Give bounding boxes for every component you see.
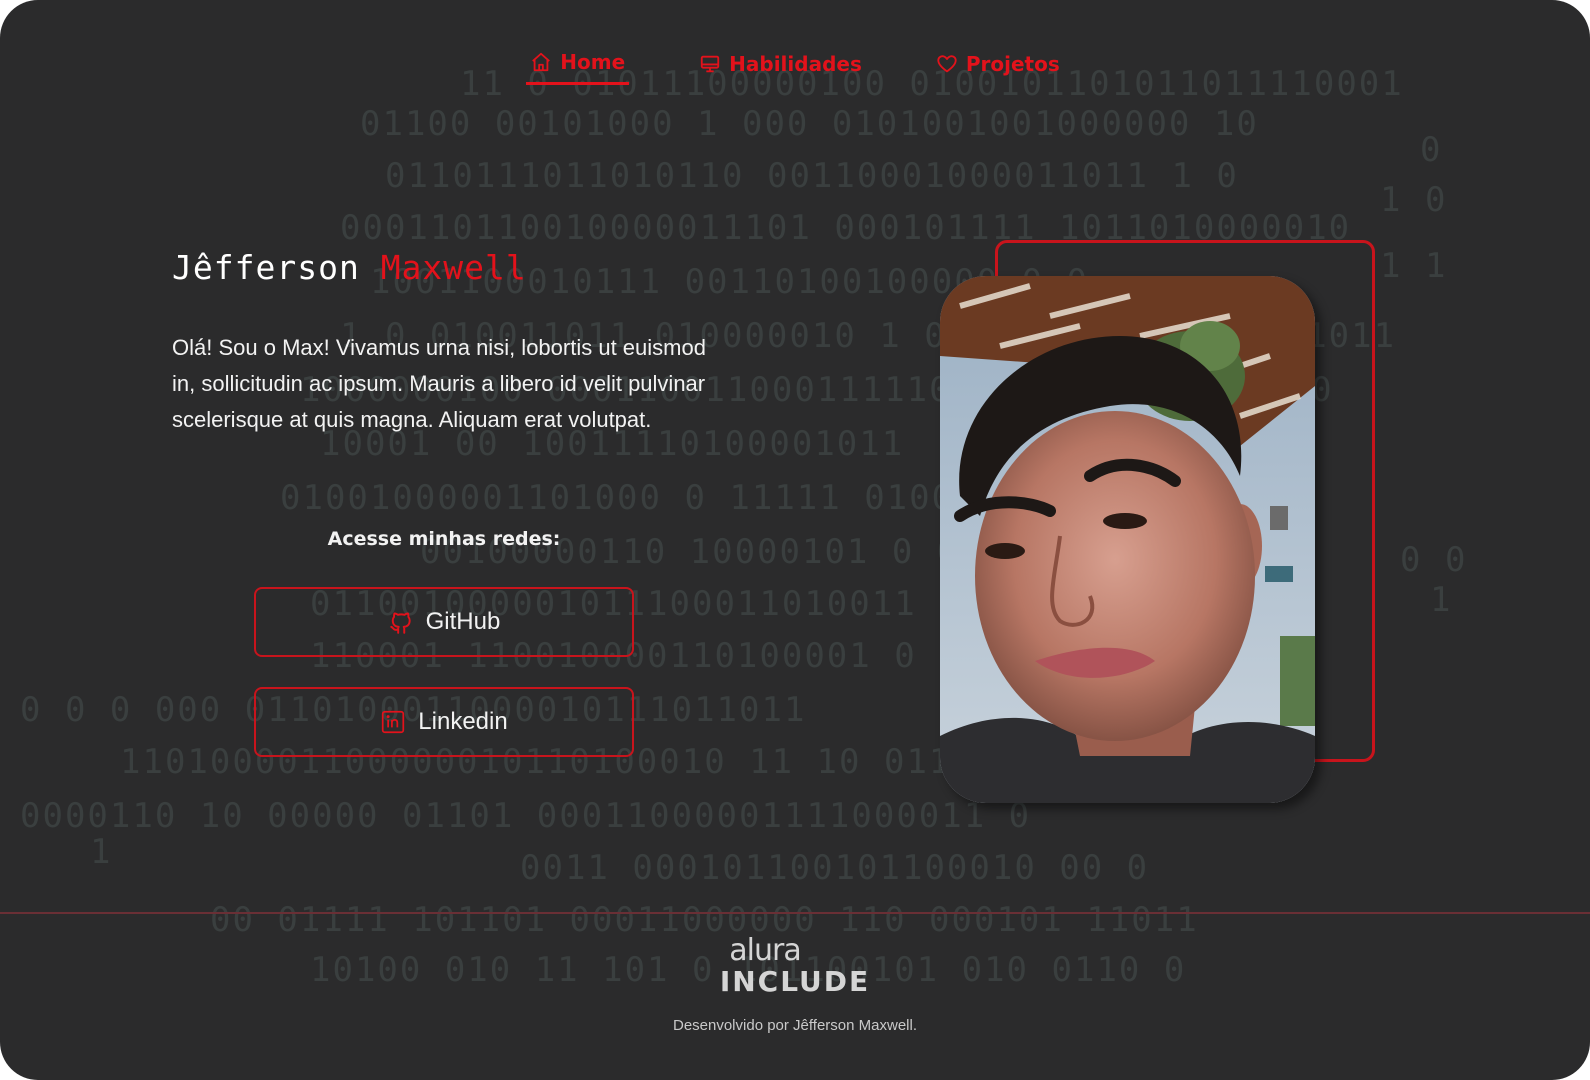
profile-photo: [940, 276, 1315, 803]
github-icon: [389, 612, 411, 634]
page-frame: 11 0 01011100000100 01001011010110111100…: [0, 0, 1590, 1080]
nav-item-habilidades[interactable]: Habilidades: [695, 48, 866, 85]
monitor-icon: [700, 55, 720, 72]
nav-item-home[interactable]: Home: [526, 48, 630, 85]
top-nav: Home Habilidades Projetos: [0, 48, 1590, 85]
profile-bio: Olá! Sou o Max! Vivamus urna nisi, lobor…: [172, 335, 706, 432]
home-icon: [532, 52, 551, 72]
heart-icon: [937, 54, 957, 72]
alura-include-logo: alura INCLUDE: [0, 936, 1590, 998]
logo-include-text: INCLUDE: [719, 965, 871, 998]
networks-label: Acesse minhas redes:: [327, 528, 561, 550]
profile-photo-illustration: [940, 276, 1315, 803]
logo-alura-text: alura: [729, 933, 801, 968]
linkedin-button[interactable]: Linkedin: [254, 687, 634, 757]
nav-item-label: Habilidades: [729, 51, 862, 76]
github-button[interactable]: GitHub: [254, 587, 634, 657]
nav-item-projetos[interactable]: Projetos: [932, 48, 1064, 85]
first-name: Jêfferson: [172, 248, 360, 287]
nav-item-label: Home: [560, 50, 626, 74]
linkedin-icon: [382, 710, 405, 734]
github-label: GitHub: [425, 608, 501, 635]
footer-credit: Desenvolvido por Jêfferson Maxwell.: [672, 1017, 917, 1034]
nav-item-label: Projetos: [965, 51, 1060, 76]
linkedin-label: Linkedin: [418, 708, 508, 735]
last-name: Maxwell: [380, 248, 527, 287]
footer-divider: [0, 912, 1590, 914]
profile-name: Jêfferson Maxwell: [172, 248, 527, 287]
